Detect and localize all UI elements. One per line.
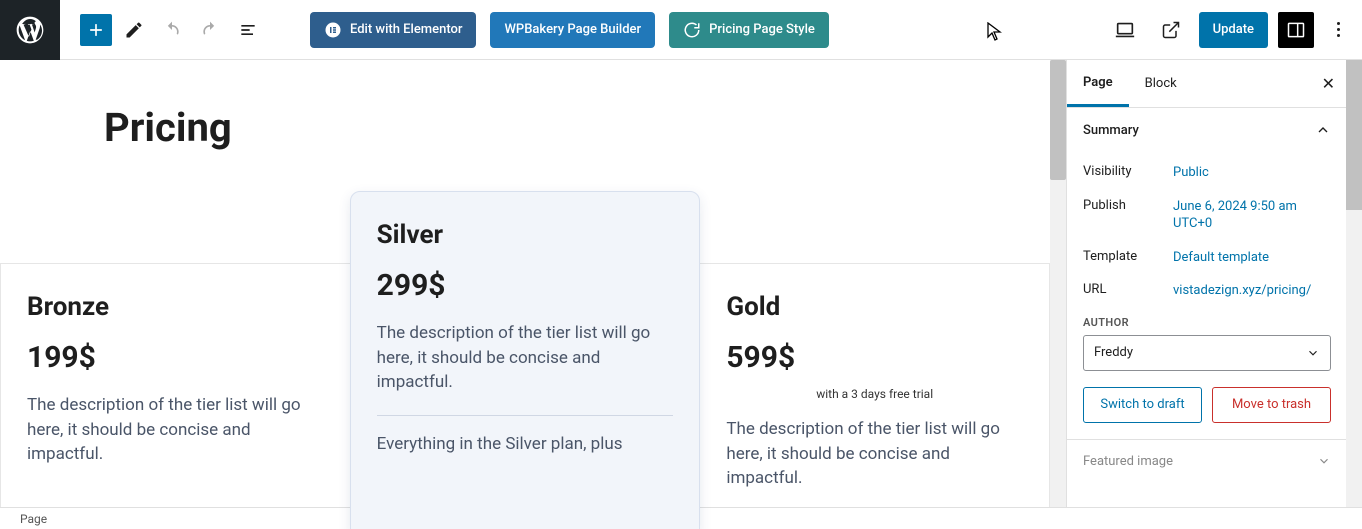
pricing-tiers: Bronze 199$ The description of the tier …	[40, 191, 1026, 529]
toolbar-left-group: Edit with Elementor WPBakery Page Builde…	[80, 12, 829, 48]
tier-name: Gold	[726, 292, 1023, 322]
visibility-value[interactable]: Public	[1173, 164, 1331, 182]
url-value[interactable]: vistadezign.xyz/pricing/	[1173, 282, 1331, 300]
author-value: Freddy	[1094, 345, 1133, 360]
external-link-icon	[1161, 20, 1181, 40]
chevron-up-icon	[1315, 122, 1331, 138]
plus-icon	[86, 20, 106, 40]
pricing-tier-silver[interactable]: Silver 299$ The description of the tier …	[350, 191, 701, 529]
row-url: URL vistadezign.xyz/pricing/	[1083, 274, 1331, 308]
chevron-down-icon	[1317, 454, 1331, 468]
edit-mode-button[interactable]	[118, 14, 150, 46]
panel-summary: Summary Visibility Public Publish June 6…	[1067, 108, 1347, 440]
divider	[377, 415, 674, 416]
wordpress-logo[interactable]	[0, 0, 60, 60]
sidebar-scrollbar-thumb[interactable]	[1346, 60, 1362, 210]
template-value[interactable]: Default template	[1173, 249, 1331, 267]
tier-description: The description of the tier list will go…	[377, 321, 674, 395]
pricing-tier-gold[interactable]: Gold 599$ with a 3 days free trial The d…	[700, 263, 1050, 529]
close-sidebar-button[interactable]: ✕	[1322, 74, 1335, 93]
visibility-label: Visibility	[1083, 164, 1173, 182]
redo-button[interactable]	[194, 14, 226, 46]
tier-description: The description of the tier list will go…	[726, 417, 1023, 491]
pricing-tier-bronze[interactable]: Bronze 199$ The description of the tier …	[0, 263, 350, 529]
update-label: Update	[1213, 22, 1254, 37]
tab-page[interactable]: Page	[1067, 60, 1129, 107]
sidebar-icon	[1286, 20, 1306, 40]
sidebar-tabs: Page Block ✕	[1067, 60, 1347, 108]
tier-description: The description of the tier list will go…	[27, 393, 324, 467]
preview-desktop-button[interactable]	[1107, 12, 1143, 48]
sync-icon	[683, 21, 701, 39]
url-label: URL	[1083, 282, 1173, 300]
more-options-button[interactable]	[1328, 22, 1348, 37]
add-block-button[interactable]	[80, 14, 112, 46]
summary-title: Summary	[1083, 123, 1139, 138]
template-label: Template	[1083, 249, 1173, 267]
pricing-style-button[interactable]: Pricing Page Style	[669, 12, 829, 48]
page-title[interactable]: Pricing	[104, 104, 1026, 151]
summary-header[interactable]: Summary	[1067, 108, 1347, 152]
toolbar-right-group: Update	[1107, 12, 1362, 48]
row-visibility: Visibility Public	[1083, 156, 1331, 190]
tier-price: 299$	[377, 268, 674, 303]
move-to-trash-button[interactable]: Move to trash	[1212, 387, 1331, 423]
switch-to-draft-button[interactable]: Switch to draft	[1083, 387, 1202, 423]
wpbakery-label: WPBakery Page Builder	[504, 22, 641, 37]
tab-block[interactable]: Block	[1129, 60, 1193, 107]
chevron-down-icon	[1306, 346, 1320, 360]
publish-label: Publish	[1083, 198, 1173, 233]
summary-body: Visibility Public Publish June 6, 2024 9…	[1067, 152, 1347, 439]
tier-name: Bronze	[27, 292, 324, 322]
settings-sidebar: Page Block ✕ Summary Visibility Public P…	[1067, 60, 1347, 529]
row-publish: Publish June 6, 2024 9:50 am UTC+0	[1083, 190, 1331, 241]
settings-sidebar-wrap: Page Block ✕ Summary Visibility Public P…	[1066, 60, 1362, 529]
wordpress-icon	[14, 14, 46, 46]
document-overview-button[interactable]	[232, 14, 264, 46]
author-select[interactable]: Freddy	[1083, 335, 1331, 371]
editor-toolbar: Edit with Elementor WPBakery Page Builde…	[0, 0, 1362, 60]
publish-value[interactable]: June 6, 2024 9:50 am UTC+0	[1173, 198, 1331, 233]
tier-extra: Everything in the Silver plan, plus	[377, 434, 674, 454]
undo-icon	[162, 20, 182, 40]
edit-with-elementor-button[interactable]: Edit with Elementor	[310, 12, 476, 48]
editor-canvas[interactable]: Pricing Bronze 199$ The description of t…	[0, 60, 1066, 529]
redo-icon	[200, 20, 220, 40]
editor-canvas-wrap: Pricing Bronze 199$ The description of t…	[0, 60, 1066, 529]
list-icon	[238, 20, 258, 40]
wpbakery-button[interactable]: WPBakery Page Builder	[490, 12, 655, 48]
tier-price: 599$	[726, 340, 1023, 375]
breadcrumb[interactable]: Page	[20, 512, 47, 526]
tier-price: 199$	[27, 340, 324, 375]
featured-image-label: Featured image	[1083, 454, 1173, 469]
laptop-icon	[1114, 19, 1136, 41]
elementor-icon	[324, 21, 342, 39]
sidebar-scrollbar-track[interactable]	[1346, 60, 1362, 529]
elementor-label: Edit with Elementor	[350, 22, 462, 37]
canvas-scrollbar-track[interactable]	[1050, 60, 1066, 529]
panel-featured-image[interactable]: Featured image	[1067, 440, 1347, 483]
pricing-style-label: Pricing Page Style	[709, 22, 815, 37]
update-button[interactable]: Update	[1199, 12, 1268, 48]
canvas-scrollbar-thumb[interactable]	[1050, 60, 1066, 180]
tier-free-trial: with a 3 days free trial	[726, 387, 1023, 401]
summary-actions: Switch to draft Move to trash	[1083, 387, 1331, 423]
pencil-icon	[124, 20, 144, 40]
settings-panel-toggle[interactable]	[1278, 12, 1314, 48]
author-label: AUTHOR	[1083, 316, 1331, 329]
undo-button[interactable]	[156, 14, 188, 46]
row-template: Template Default template	[1083, 241, 1331, 275]
tier-name: Silver	[377, 220, 674, 250]
view-page-button[interactable]	[1153, 12, 1189, 48]
